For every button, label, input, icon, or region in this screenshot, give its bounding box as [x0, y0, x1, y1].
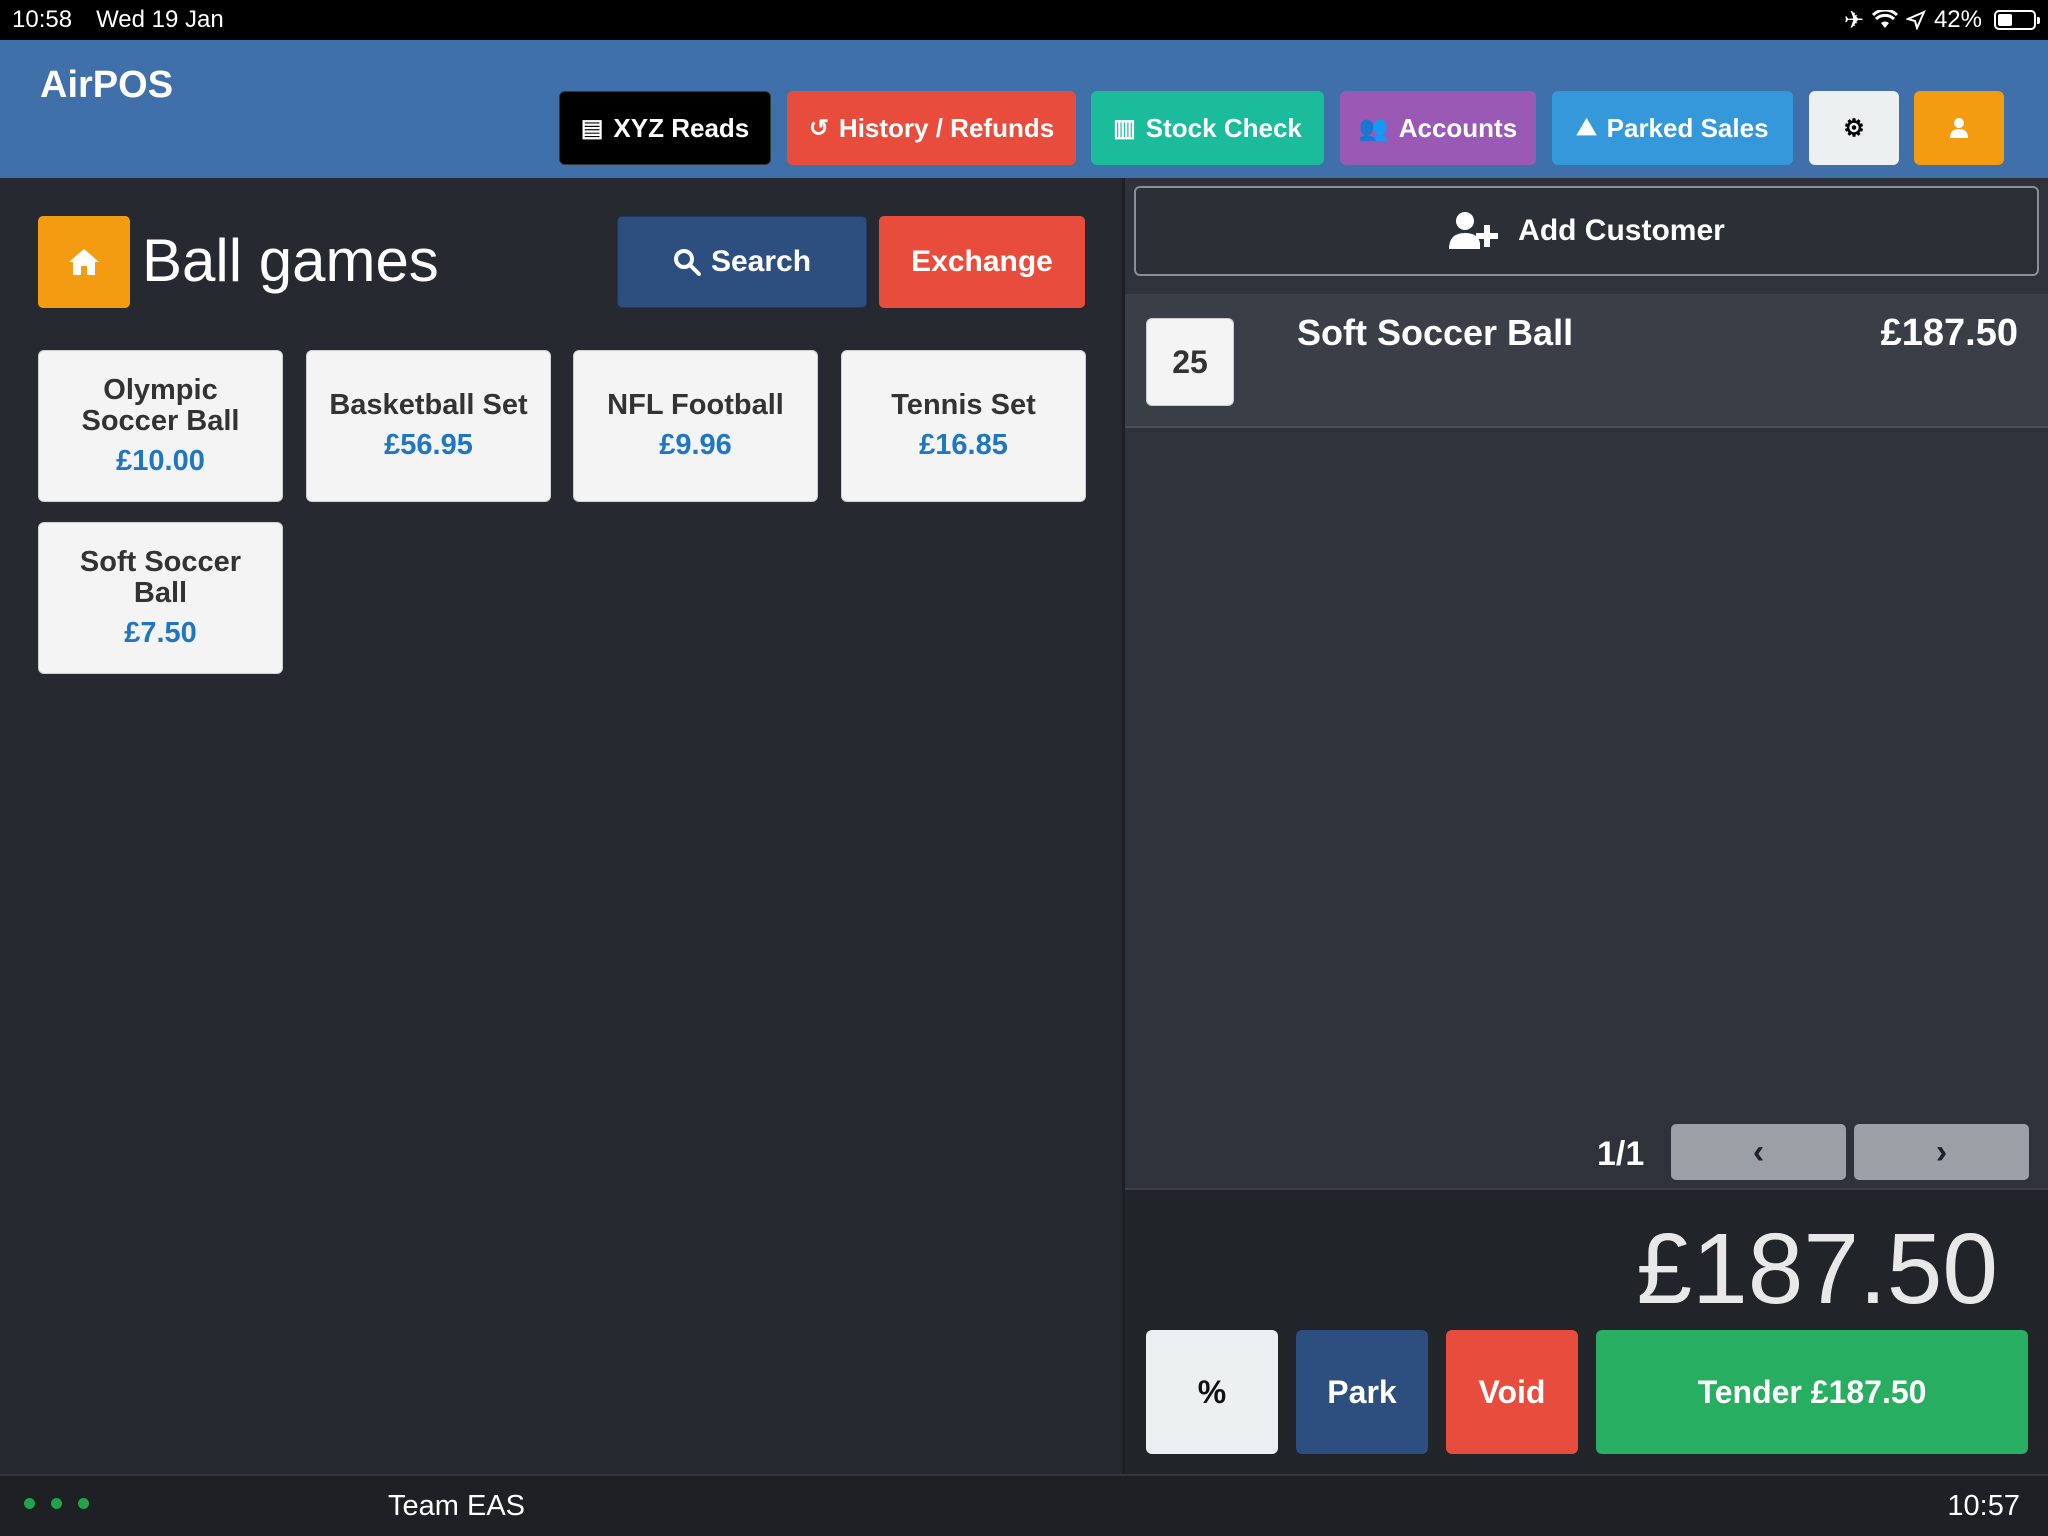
accounts-button[interactable]: 👥 Accounts [1340, 91, 1536, 165]
product-name: Basketball Set [329, 389, 528, 421]
list-icon: ▤ [580, 114, 604, 142]
footer-clock: 10:57 [1947, 1490, 2020, 1522]
product-tile-tennis-set[interactable]: Tennis Set £16.85 [841, 350, 1086, 502]
product-tile-nfl-football[interactable]: NFL Football £9.96 [573, 350, 818, 502]
connection-status-dots [24, 1498, 89, 1509]
search-button[interactable]: Search [617, 216, 867, 308]
user-button[interactable] [1914, 91, 2004, 165]
product-name: Tennis Set [891, 389, 1036, 421]
previous-page-button[interactable]: ‹ [1671, 1124, 1846, 1180]
status-bar: 10:58 Wed 19 Jan ✈ 42% [0, 0, 2048, 40]
chevron-right-icon: › [1935, 1132, 1948, 1171]
location-icon [1905, 10, 1926, 30]
wifi-icon [1871, 10, 1898, 28]
product-tile-soft-soccer-ball[interactable]: Soft Soccer Ball £7.50 [38, 522, 283, 674]
product-price: £16.85 [919, 429, 1008, 461]
tender-button[interactable]: Tender £187.50 [1596, 1330, 2028, 1454]
team-name: Team EAS [388, 1490, 525, 1522]
app-brand: AirPOS [40, 64, 174, 106]
settings-button[interactable]: ⚙ [1809, 91, 1899, 165]
gear-icon: ⚙ [1843, 114, 1865, 142]
status-indicators: ✈ 42% [1843, 6, 2040, 35]
user-icon [1950, 118, 1968, 138]
exchange-button[interactable]: Exchange [879, 216, 1085, 308]
barcode-icon: ▥ [1113, 114, 1136, 142]
product-name: NFL Football [607, 389, 784, 421]
status-dot [78, 1498, 89, 1509]
product-price: £7.50 [124, 616, 197, 649]
home-button[interactable] [38, 216, 130, 308]
grand-total: £187.50 [1636, 1213, 1998, 1325]
battery-percent: 42% [1933, 6, 1982, 33]
quantity-box[interactable]: 25 [1146, 318, 1234, 406]
home-icon [69, 249, 99, 275]
road-icon: ⛰ [1576, 114, 1597, 141]
discount-button[interactable]: % [1146, 1330, 1278, 1454]
product-name: Olympic Soccer Ball [81, 373, 240, 437]
status-dot [24, 1498, 35, 1509]
footer-bar: Team EAS 10:57 [0, 1474, 2048, 1536]
status-time: 10:58 [12, 6, 73, 33]
product-name: Soft Soccer Ball [79, 545, 242, 609]
chevron-left-icon: ‹ [1752, 1132, 1765, 1171]
users-icon: 👥 [1358, 114, 1389, 142]
category-title: Ball games [142, 227, 439, 294]
status-dot [51, 1498, 62, 1509]
history-refunds-button[interactable]: ↺ History / Refunds [787, 91, 1076, 165]
product-tile-basketball-set[interactable]: Basketball Set £56.95 [306, 350, 551, 502]
product-price: £56.95 [384, 429, 473, 461]
status-date: Wed 19 Jan [96, 6, 224, 33]
product-tile-olympic-soccer-ball[interactable]: Olympic Soccer Ball £10.00 [38, 350, 283, 502]
cart-line-item[interactable]: 25 Soft Soccer Ball £187.50 [1125, 294, 2048, 428]
product-price: £10.00 [116, 444, 205, 477]
add-user-icon [1449, 212, 1499, 249]
next-page-button[interactable]: › [1854, 1124, 2029, 1180]
line-item-name: Soft Soccer Ball [1297, 312, 1574, 353]
void-button[interactable]: Void [1446, 1330, 1578, 1454]
product-price: £9.96 [659, 429, 732, 461]
history-icon: ↺ [808, 114, 829, 142]
park-button[interactable]: Park [1296, 1330, 1428, 1454]
line-item-price: £187.50 [1880, 312, 2018, 354]
battery-icon [1994, 10, 2040, 30]
xyz-reads-button[interactable]: ▤ XYZ Reads [559, 91, 771, 165]
parked-sales-button[interactable]: ⛰ Parked Sales [1552, 91, 1793, 165]
search-icon [673, 249, 701, 276]
page-indicator: 1/1 [1597, 1135, 1645, 1173]
add-customer-button[interactable]: Add Customer [1134, 186, 2039, 276]
stock-check-button[interactable]: ▥ Stock Check [1091, 91, 1324, 165]
airplane-icon: ✈ [1843, 6, 1864, 34]
